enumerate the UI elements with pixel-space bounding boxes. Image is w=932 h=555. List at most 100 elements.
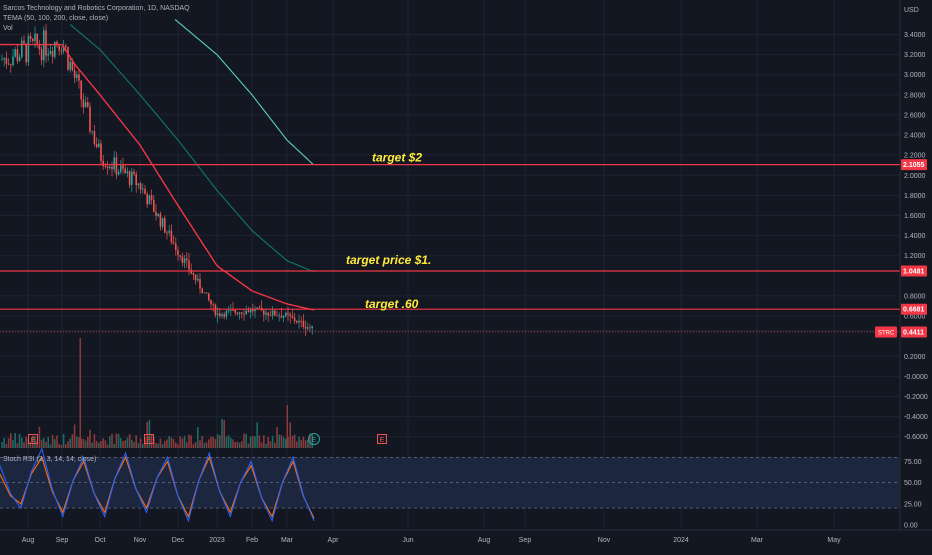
volume-bar xyxy=(285,438,287,448)
candle-body xyxy=(236,312,239,315)
volume-bar xyxy=(258,435,261,448)
candle-body xyxy=(216,313,219,315)
price-tick-label: 3.0000 xyxy=(904,72,926,79)
candle-body xyxy=(45,30,47,56)
candle-body xyxy=(232,310,234,311)
candle-body xyxy=(280,315,283,318)
volume-bar xyxy=(102,438,104,448)
volume-spike xyxy=(79,338,81,448)
candle-body xyxy=(177,250,179,256)
price-tick-label: 2.0000 xyxy=(904,173,926,180)
candle-body xyxy=(307,327,309,329)
volume-bar xyxy=(181,438,184,448)
volume-bar xyxy=(104,440,107,448)
volume-bar xyxy=(179,436,181,448)
candle-body xyxy=(205,292,208,294)
volume-bar xyxy=(14,433,16,448)
candle-body xyxy=(309,327,311,329)
candle-body xyxy=(122,165,124,169)
volume-bar xyxy=(21,437,23,448)
volume-bar xyxy=(170,437,173,448)
tema-200-line xyxy=(174,18,314,165)
candle-body xyxy=(194,274,197,281)
time-axis-label: Jun xyxy=(402,537,413,544)
candle-body xyxy=(179,255,181,257)
candle-body xyxy=(208,293,210,300)
volume-bar xyxy=(65,444,67,448)
candle-body xyxy=(133,171,135,174)
volume-bar xyxy=(16,443,19,448)
candle-body xyxy=(146,194,148,205)
price-tick-label: 0.8000 xyxy=(904,293,926,300)
time-axis-label: Sep xyxy=(56,537,69,544)
volume-bar xyxy=(12,439,14,448)
candle-body xyxy=(102,160,104,167)
candle-body xyxy=(115,157,118,175)
volume-bar xyxy=(161,444,164,448)
volume-bar xyxy=(245,434,247,448)
volume-bar xyxy=(274,442,276,448)
candle-body xyxy=(247,310,250,313)
candle-body xyxy=(1,59,3,60)
candle-body xyxy=(238,312,241,315)
price-tag-text: 0.4411 xyxy=(903,330,924,337)
rsi-tick-label: 25.00 xyxy=(904,501,922,508)
volume-bar xyxy=(128,433,131,448)
candle-body xyxy=(14,49,16,57)
time-axis-label: Sep xyxy=(519,537,532,544)
tema-legend: TEMA (50, 100, 200, close, close) xyxy=(3,15,109,22)
volume-bar xyxy=(247,443,250,448)
volume-bar xyxy=(293,434,296,448)
volume-bar xyxy=(243,433,245,448)
candle-body xyxy=(223,314,225,317)
volume-bar xyxy=(298,436,300,448)
candle-body xyxy=(181,256,184,263)
volume-bar xyxy=(221,418,223,448)
volume-bar xyxy=(117,433,120,448)
volume-bar xyxy=(91,442,93,448)
earnings-marker: E xyxy=(377,434,387,444)
candle-body xyxy=(10,64,12,66)
volume-bar xyxy=(302,436,305,448)
time-axis-label: Nov xyxy=(134,537,147,544)
time-axis-label: Nov xyxy=(598,537,611,544)
candle-body xyxy=(3,57,5,60)
volume-bar xyxy=(58,443,60,448)
volume-bar xyxy=(265,443,267,448)
price-chart-svg[interactable]: target $2 target price $1. target .60 E E E E U… xyxy=(0,0,932,550)
candle-body xyxy=(16,49,19,62)
candle-body xyxy=(186,258,188,261)
candle-body xyxy=(258,307,261,309)
price-tick-label: -0.6000 xyxy=(904,434,928,441)
price-tick-label: 1.6000 xyxy=(904,213,926,220)
volume-bar xyxy=(71,434,74,448)
candle-body xyxy=(73,70,76,78)
candle-body xyxy=(124,168,126,174)
volume-bar xyxy=(67,441,69,448)
volume-bar xyxy=(51,434,54,448)
candle-body xyxy=(263,310,265,315)
candle-body xyxy=(69,61,71,70)
volume-bar xyxy=(282,437,285,448)
chart-area[interactable]: target $2 target price $1. target .60 E E E E U… xyxy=(0,0,932,550)
price-tag-text: 0.6681 xyxy=(903,307,925,314)
symbol-tag-text: STRC xyxy=(878,331,895,337)
volume-bar xyxy=(254,436,256,448)
annotation-label: target price $1. xyxy=(346,253,431,267)
candle-body xyxy=(243,313,245,315)
time-axis-label: Mar xyxy=(751,537,764,544)
volume-bar xyxy=(192,443,195,448)
volume-bar xyxy=(188,434,190,448)
candle-body xyxy=(166,232,168,234)
candle-body xyxy=(76,74,78,78)
volume-bar xyxy=(95,440,98,448)
volume-bar xyxy=(164,441,166,448)
volume-bar xyxy=(111,433,113,448)
volume-bar xyxy=(177,444,179,448)
volume-bar xyxy=(3,437,5,448)
candle-body xyxy=(155,211,157,216)
candle-body xyxy=(164,218,166,233)
candle-body xyxy=(87,102,89,107)
rsi-tick-label: 75.00 xyxy=(904,459,922,466)
volume-bar xyxy=(175,442,177,448)
